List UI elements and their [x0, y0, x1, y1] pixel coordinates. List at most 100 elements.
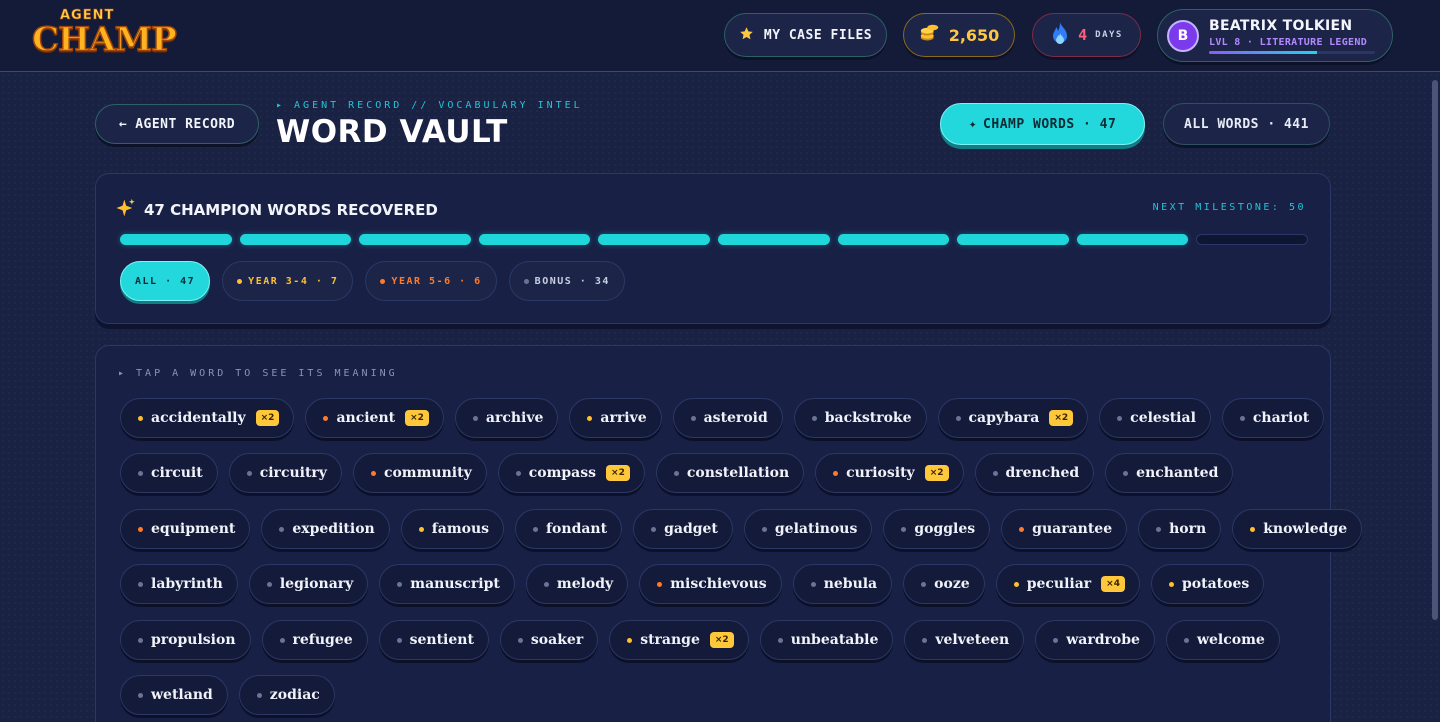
word-label: community [383, 465, 472, 481]
word-chip[interactable]: peculiar ×4 [995, 564, 1140, 604]
word-chip[interactable]: wardrobe [1035, 620, 1155, 660]
filter-dot [380, 278, 386, 284]
word-label: enchanted [1136, 465, 1219, 481]
word-chip[interactable]: archive [454, 398, 559, 438]
champ-words-tab[interactable]: ✦ CHAMP WORDS · 47 [940, 103, 1145, 145]
word-chip[interactable]: melody [525, 564, 629, 604]
word-chip[interactable]: knowledge [1232, 509, 1363, 549]
word-label: goggles [914, 521, 976, 537]
word-label: labyrinth [151, 576, 223, 592]
word-chip[interactable]: goggles [883, 509, 991, 549]
tier-dot [1239, 415, 1245, 421]
filter-label: YEAR 5-6 · 6 [391, 275, 482, 287]
word-chip[interactable]: horn [1138, 509, 1222, 549]
word-chip[interactable]: capybara ×2 [937, 398, 1089, 438]
word-chip[interactable]: labyrinth [120, 564, 238, 604]
word-label: gadget [664, 521, 718, 537]
word-label: circuitry [259, 465, 327, 481]
word-chip[interactable]: strange ×2 [609, 620, 749, 660]
progress-segment [598, 234, 710, 245]
xp-progress-bar [1209, 50, 1375, 54]
breadcrumb: ▸ AGENT RECORD // VOCABULARY INTEL [276, 100, 583, 111]
progress-segment [120, 234, 232, 245]
coin-balance[interactable]: 2,650 [903, 13, 1015, 57]
tier-dot [138, 692, 143, 698]
agent-champ-logo[interactable]: AGENT CHAMP [31, 8, 178, 64]
word-chip[interactable]: arrive [569, 398, 662, 438]
milestone-progress-bar [120, 234, 1308, 245]
multiplier-badge: ×4 [1101, 576, 1125, 592]
agent-record-back-button[interactable]: ← AGENT RECORD [95, 104, 259, 144]
filter-pills: ALL · 47 YEAR 3-4 · 7 YEAR 5-6 · 6 BONUS · … [120, 261, 625, 301]
word-chip[interactable]: fondant [515, 509, 623, 549]
word-chip[interactable]: constellation [655, 453, 805, 493]
word-chip[interactable]: sentient [378, 620, 489, 660]
user-info: BEATRIX TOLKIEN LVL 8 · LITERATURE LEGEN… [1209, 18, 1375, 54]
word-chip[interactable]: chariot [1221, 398, 1325, 438]
word-chip[interactable]: potatoes [1150, 564, 1265, 604]
word-chip[interactable]: famous [400, 509, 505, 549]
word-chip[interactable]: nebula [792, 564, 893, 604]
all-words-tab[interactable]: ALL WORDS · 441 [1163, 103, 1330, 145]
user-profile[interactable]: B BEATRIX TOLKIEN LVL 8 · LITERATURE LEG… [1157, 9, 1393, 62]
tier-dot [1123, 470, 1129, 476]
word-chip[interactable]: circuitry [228, 453, 342, 493]
word-chip[interactable]: accidentally ×2 [120, 398, 295, 438]
word-label: gelatinous [774, 521, 858, 537]
tier-dot [472, 415, 478, 421]
champ-words-label: CHAMP WORDS · 47 [983, 116, 1117, 132]
word-chip[interactable]: gelatinous [743, 509, 873, 549]
back-label: AGENT RECORD [135, 116, 236, 132]
word-chip[interactable]: zodiac [238, 675, 335, 715]
filter-pill[interactable]: YEAR 5-6 · 6 [365, 261, 497, 301]
scrollbar[interactable] [1432, 80, 1438, 620]
word-chip[interactable]: unbeatable [759, 620, 894, 660]
word-chip[interactable]: asteroid [672, 398, 783, 438]
word-label: famous [431, 521, 490, 537]
word-label: arrive [600, 410, 647, 426]
word-chip[interactable]: ancient ×2 [305, 398, 444, 438]
word-row: propulsion refugee sentient soaker strange ×2… [120, 620, 1280, 660]
tier-dot [1117, 415, 1123, 421]
filter-label: YEAR 3-4 · 7 [248, 275, 339, 287]
word-chip[interactable]: guarantee [1001, 509, 1128, 549]
progress-card: 47 CHAMPION WORDS RECOVERED NEXT MILESTO… [95, 173, 1331, 324]
word-label: sentient [409, 632, 474, 648]
word-label: velveteen [935, 632, 1010, 648]
word-chip[interactable]: enchanted [1105, 453, 1234, 493]
word-chip[interactable]: welcome [1165, 620, 1280, 660]
filter-pill[interactable]: ALL · 47 [120, 261, 211, 301]
word-label: guarantee [1032, 521, 1113, 537]
tier-dot [811, 415, 817, 421]
word-chip[interactable]: gadget [633, 509, 733, 549]
word-chip[interactable]: community [352, 453, 487, 493]
word-chip[interactable]: drenched [974, 453, 1095, 493]
word-chip[interactable]: propulsion [120, 620, 251, 660]
word-chip[interactable]: celestial [1099, 398, 1211, 438]
streak-counter[interactable]: 4 DAYS [1032, 13, 1141, 57]
multiplier-badge: ×2 [405, 410, 429, 426]
tier-dot [955, 415, 961, 421]
word-label: wetland [151, 687, 213, 703]
word-chip[interactable]: circuit [120, 453, 218, 493]
word-chip[interactable]: velveteen [904, 620, 1025, 660]
logo-bottom-text: CHAMP [31, 20, 177, 59]
coins-icon [919, 22, 941, 48]
word-chip[interactable]: expedition [261, 509, 390, 549]
word-label: zodiac [269, 687, 320, 703]
filter-pill[interactable]: YEAR 3-4 · 7 [222, 261, 354, 301]
word-chip[interactable]: legionary [248, 564, 369, 604]
word-chip[interactable]: wetland [120, 675, 228, 715]
word-chip[interactable]: manuscript [379, 564, 515, 604]
word-chip[interactable]: equipment [120, 509, 251, 549]
word-chip[interactable]: curiosity ×2 [815, 453, 964, 493]
word-chip[interactable]: mischievous [639, 564, 782, 604]
word-chip[interactable]: compass ×2 [497, 453, 645, 493]
word-label: legionary [279, 576, 354, 592]
word-chip[interactable]: soaker [499, 620, 599, 660]
word-chip[interactable]: ooze [903, 564, 985, 604]
word-chip[interactable]: refugee [261, 620, 368, 660]
filter-pill[interactable]: BONUS · 34 [508, 261, 625, 301]
my-case-files-button[interactable]: MY CASE FILES [724, 13, 887, 57]
word-chip[interactable]: backstroke [793, 398, 927, 438]
